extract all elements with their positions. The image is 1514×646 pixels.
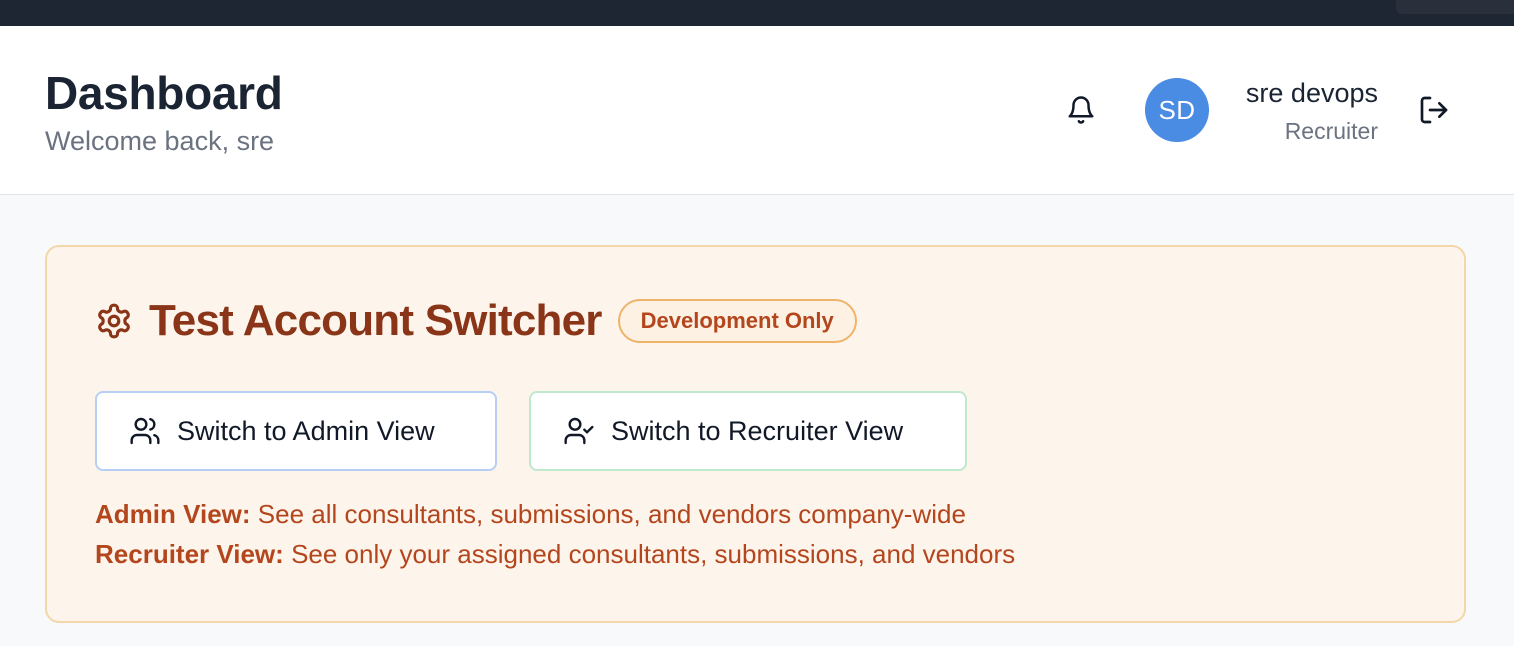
switch-to-admin-button[interactable]: Switch to Admin View (95, 391, 497, 471)
bell-icon[interactable] (1064, 93, 1098, 127)
gear-icon (95, 301, 135, 341)
recruiter-view-description: Recruiter View: See only your assigned c… (95, 539, 1015, 570)
recruiter-view-label: Recruiter View: (95, 539, 284, 569)
switch-to-admin-label: Switch to Admin View (177, 415, 435, 446)
development-only-badge: Development Only (617, 299, 857, 343)
page-header: Dashboard Welcome back, sre SD sre devop… (0, 26, 1514, 195)
test-account-switcher-panel: Test Account Switcher Development Only S… (45, 245, 1466, 623)
user-check-icon (563, 414, 597, 448)
avatar[interactable]: SD (1145, 78, 1209, 142)
admin-view-description: Admin View: See all consultants, submiss… (95, 499, 966, 530)
switch-to-recruiter-button[interactable]: Switch to Recruiter View (529, 391, 967, 471)
switcher-title: Test Account Switcher (149, 296, 602, 345)
admin-view-label: Admin View: (95, 499, 251, 529)
browser-window-controls (1396, 0, 1514, 14)
admin-view-text: See all consultants, submissions, and ve… (257, 499, 966, 529)
log-out-icon[interactable] (1416, 92, 1452, 128)
browser-top-bar (0, 0, 1514, 26)
users-icon (129, 414, 163, 448)
user-role: Recruiter (1284, 118, 1378, 144)
recruiter-view-text: See only your assigned consultants, subm… (291, 539, 1016, 569)
switcher-title-row: Test Account Switcher Development Only (95, 295, 857, 347)
welcome-message: Welcome back, sre (45, 126, 275, 156)
switch-to-recruiter-label: Switch to Recruiter View (611, 415, 904, 446)
page-title: Dashboard (45, 67, 283, 119)
user-name: sre devops (1245, 78, 1378, 108)
